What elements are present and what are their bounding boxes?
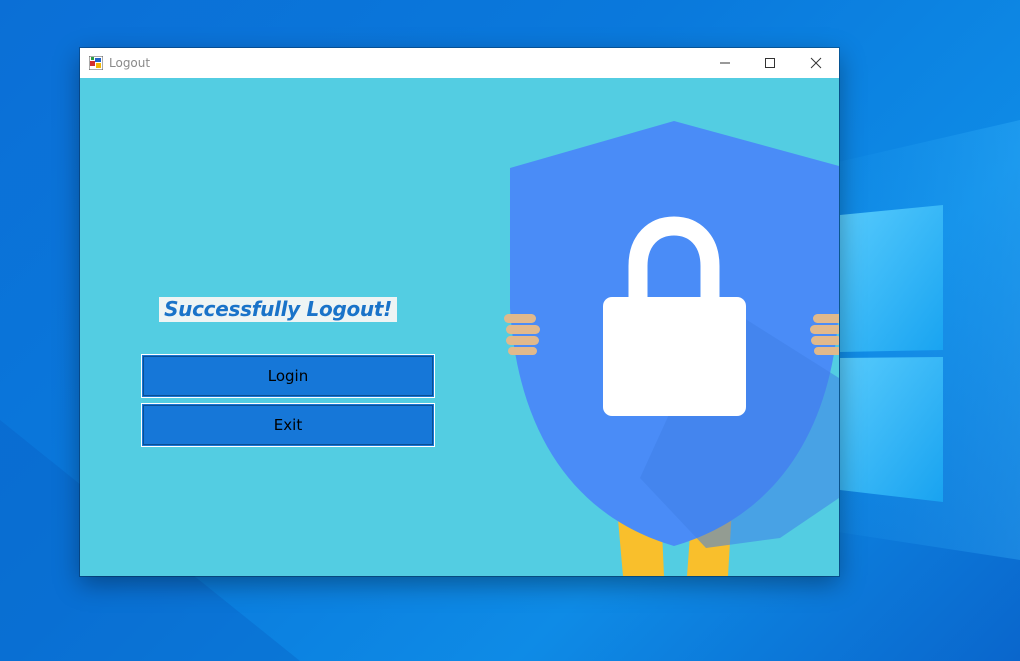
shield-lock-icon [504, 121, 839, 576]
exit-button-label: Exit [143, 405, 433, 445]
login-button[interactable]: Login [141, 354, 435, 398]
exit-button[interactable]: Exit [141, 403, 435, 447]
title-bar[interactable]: Logout [80, 48, 839, 78]
maximize-button[interactable] [747, 48, 793, 78]
logout-status-label: Successfully Logout! [159, 297, 397, 322]
client-area: Successfully Logout! Login Exit [80, 78, 839, 576]
maximize-icon [765, 58, 775, 68]
minimize-button[interactable] [702, 48, 748, 78]
minimize-icon [720, 62, 730, 64]
close-button[interactable] [793, 48, 839, 78]
close-icon [810, 57, 822, 69]
window-title: Logout [109, 56, 151, 70]
login-button-label: Login [143, 356, 433, 396]
app-icon [89, 56, 103, 70]
logout-window: Logout Successfully Logout! Login Exit [80, 48, 839, 576]
